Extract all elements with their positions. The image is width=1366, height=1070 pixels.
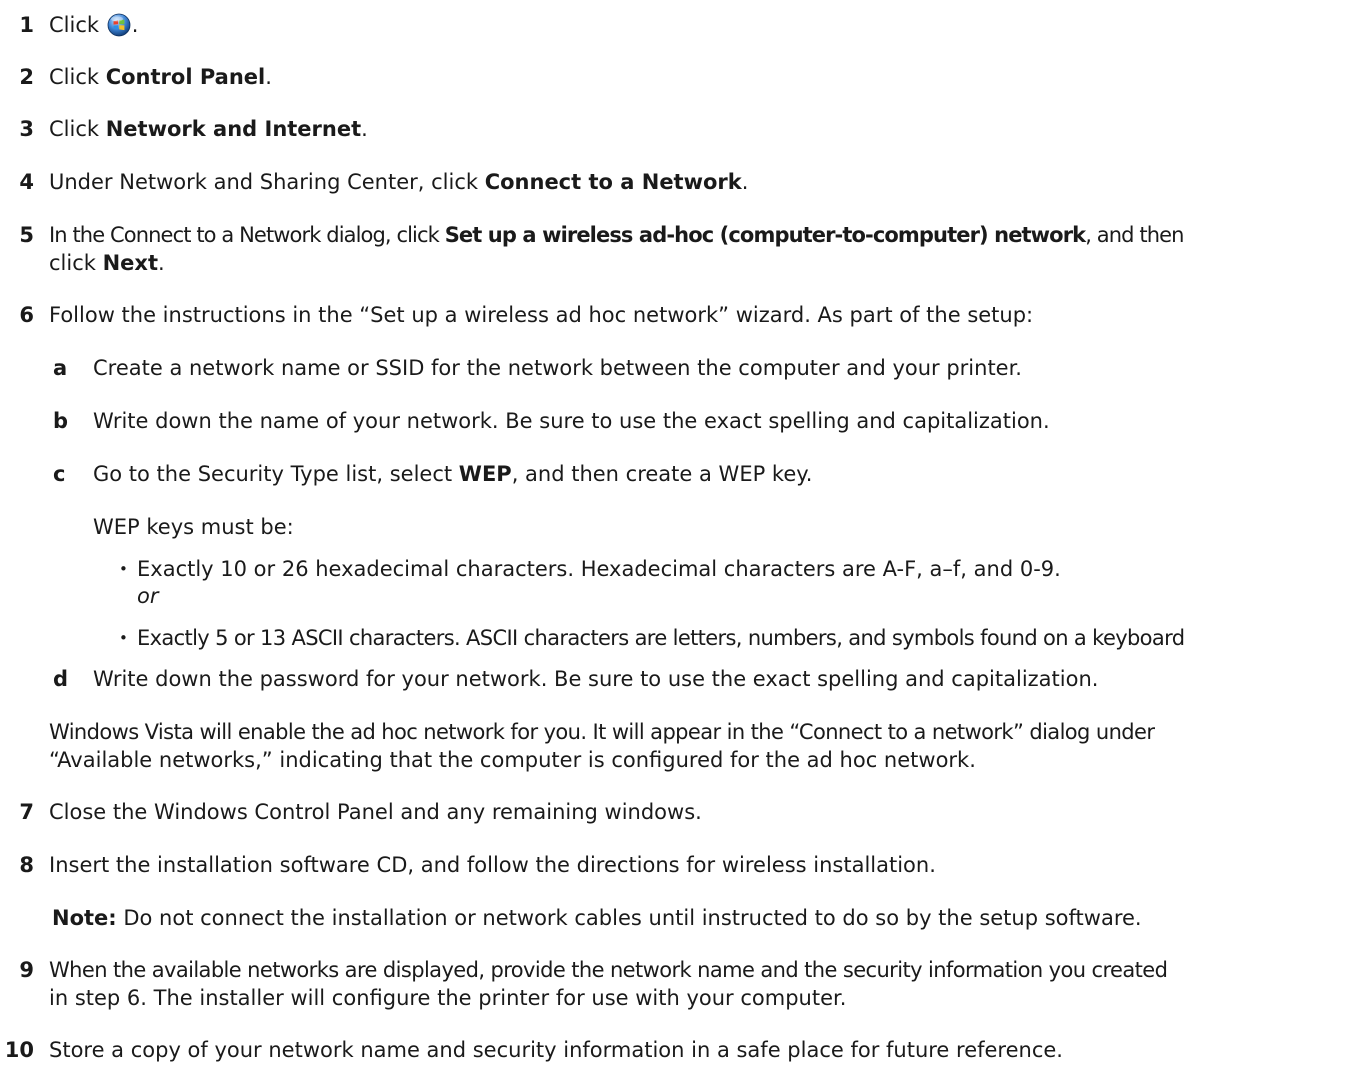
step-number: 5 [19,223,34,247]
step-number: 3 [19,117,34,141]
step-1-text: Click . [49,13,139,37]
step-number: 4 [19,170,34,194]
step-number: 6 [19,303,34,327]
setup-note: Note: Do not connect the installation or… [52,906,1142,930]
bullet-icon: • [119,629,128,647]
wep-option-text: WEP [458,462,512,486]
substep-c-text: Go to the Security Type list, select WEP… [93,462,813,486]
wep-intro-text: WEP keys must be: [93,515,294,539]
bullet-2-text: Exactly 5 or 13 ASCII characters. ASCII … [137,626,1185,650]
network-internet-link-text: Network and Internet [105,117,362,141]
step-5-text-line-2: click Next. [49,251,165,275]
substep-d-text: Write down the password for your network… [93,667,1099,691]
step-number: 1 [19,13,34,37]
connect-network-link-text: Connect to a Network [484,170,742,194]
step-4-text: Under Network and Sharing Center, click … [49,170,749,194]
instructions-page: 1 Click . 2 Click Control Panel. 3 Click… [0,0,1366,1070]
step-number: 2 [19,65,34,89]
step-7-text: Close the Windows Control Panel and any … [49,800,702,824]
bullet-icon: • [119,560,128,578]
substep-a-text: Create a network name or SSID for the ne… [93,356,1022,380]
control-panel-link-text: Control Panel [105,65,266,89]
step-6-text: Follow the instructions in the “Set up a… [49,303,1034,327]
note-label: Note: [52,906,117,930]
substep-letter: c [53,462,66,486]
substep-letter: a [53,356,68,380]
step-number: 9 [19,958,34,982]
vista-note-line-1: Windows Vista will enable the ad hoc net… [49,720,1155,744]
step-3-text: Click Network and Internet. [49,117,368,141]
or-text: or [137,584,159,608]
step-number: 7 [19,800,34,824]
windows-start-orb-icon [107,13,131,37]
step-2-text: Click Control Panel. [49,65,272,89]
step-number: 8 [19,853,34,877]
step-9-text-line-1: When the available networks are displaye… [49,958,1168,982]
bullet-1-text: Exactly 10 or 26 hexadecimal characters.… [137,557,1061,581]
step-number: 10 [4,1038,34,1062]
step-5-text: In the Connect to a Network dialog, clic… [49,223,1184,247]
step-text: Click [49,13,100,37]
substep-letter: b [53,409,69,433]
adhoc-option-text: Set up a wireless ad-hoc (computer-to-co… [444,223,1086,247]
step-10-text: Store a copy of your network name and se… [49,1038,1063,1062]
step-9-text-line-2: in step 6. The installer will configure … [49,986,847,1010]
step-8-text: Insert the installation software CD, and… [49,853,936,877]
substep-b-text: Write down the name of your network. Be … [93,409,1050,433]
next-button-text: Next [102,251,159,275]
substep-letter: d [53,667,69,691]
vista-note-line-2: “Available networks,” indicating that th… [49,748,976,772]
